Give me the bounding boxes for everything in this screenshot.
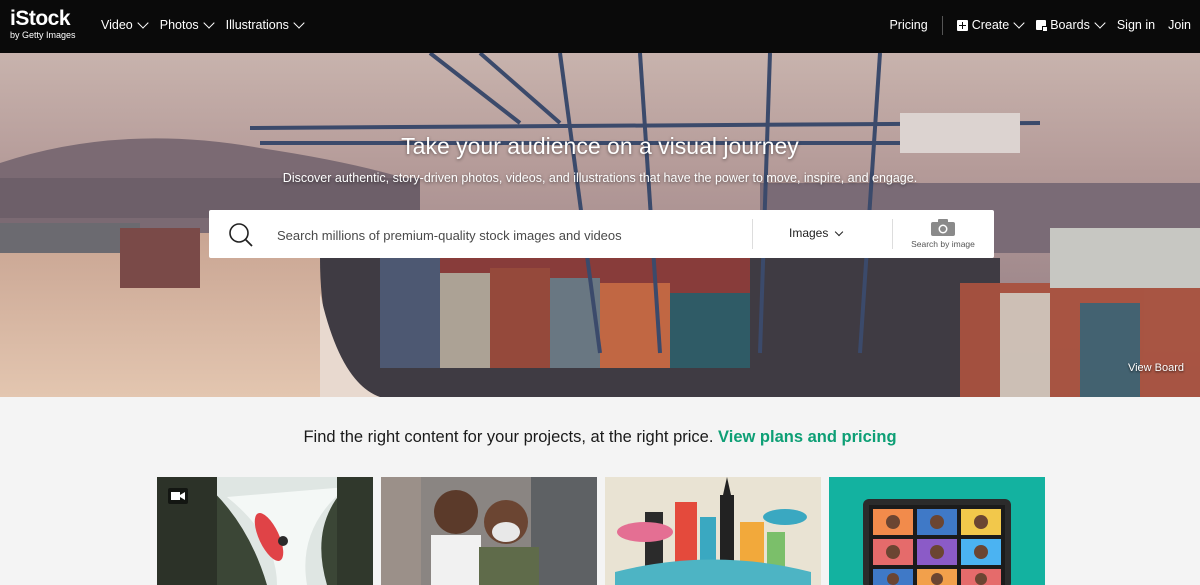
hero-title: Take your audience on a visual journey <box>401 133 799 159</box>
video-call-laptop-image <box>829 477 1045 585</box>
nav-create-label: Create <box>971 18 1010 32</box>
promo-text: Find the right content for your projects… <box>303 428 714 446</box>
nav-pricing[interactable]: Pricing <box>889 18 927 32</box>
search-bar: Images Search by image <box>209 210 994 258</box>
view-plans-link[interactable]: View plans and pricing <box>718 428 897 446</box>
nav-boards[interactable]: Boards <box>1036 17 1106 32</box>
card-smiling-men[interactable] <box>381 477 597 585</box>
nav-join[interactable]: Join <box>1168 18 1191 32</box>
video-camera-icon <box>168 488 188 504</box>
nav-divider <box>941 15 943 35</box>
chevron-down-icon <box>835 227 844 236</box>
nav-video[interactable]: Video <box>101 17 149 32</box>
kayak-waterfall-image <box>157 477 373 585</box>
nav-illustrations-label: Illustrations <box>225 18 289 32</box>
hero-subtitle: Discover authentic, story-driven photos,… <box>282 171 918 185</box>
nav-illustrations[interactable]: Illustrations <box>225 17 305 32</box>
hero-banner: Take your audience on a visual journey D… <box>0 53 1200 397</box>
city-illustration-image <box>605 477 821 585</box>
search-input[interactable] <box>275 219 749 251</box>
media-type-dropdown[interactable]: Images <box>789 226 844 240</box>
search-icon[interactable] <box>228 222 254 248</box>
plus-square-icon <box>956 19 968 31</box>
card-video-call[interactable] <box>829 477 1045 585</box>
search-by-image-button[interactable]: Search by image <box>901 219 985 253</box>
view-board-link[interactable]: View Board <box>1128 362 1184 374</box>
nav-left: Video Photos Illustrations <box>101 0 305 50</box>
nav-photos-label: Photos <box>159 18 199 32</box>
nav-pricing-label: Pricing <box>889 18 928 32</box>
card-city-illustration[interactable] <box>605 477 821 585</box>
nav-photos[interactable]: Photos <box>159 17 215 32</box>
chevron-down-icon <box>1013 17 1025 29</box>
boards-icon <box>1036 20 1049 32</box>
nav-video-label: Video <box>101 18 133 32</box>
logo-wordmark: iStock <box>10 7 71 30</box>
istock-logo[interactable]: iStock by Getty Images <box>10 8 90 44</box>
smiling-men-image <box>381 477 597 585</box>
nav-sign-in[interactable]: Sign in <box>1117 18 1155 32</box>
chevron-down-icon <box>293 17 305 29</box>
chevron-down-icon <box>203 17 215 29</box>
nav-right: Pricing Create Boards Sign in Join <box>876 0 1191 50</box>
search-divider <box>892 219 893 249</box>
logo-byline: by Getty Images <box>10 30 76 40</box>
camera-icon <box>931 219 955 236</box>
pricing-promo: Find the right content for your projects… <box>0 428 1200 447</box>
card-kayak-waterfall[interactable] <box>157 477 373 585</box>
nav-boards-label: Boards <box>1050 18 1090 32</box>
top-nav: iStock by Getty Images Video Photos Illu… <box>0 0 1200 53</box>
nav-sign-in-label: Sign in <box>1116 18 1156 32</box>
search-divider <box>752 219 753 249</box>
nav-create[interactable]: Create <box>956 17 1025 32</box>
chevron-down-icon <box>1094 17 1106 29</box>
nav-join-label: Join <box>1168 18 1191 32</box>
media-type-label: Images <box>789 226 829 240</box>
search-by-image-label: Search by image <box>911 239 975 249</box>
chevron-down-icon <box>137 17 149 29</box>
